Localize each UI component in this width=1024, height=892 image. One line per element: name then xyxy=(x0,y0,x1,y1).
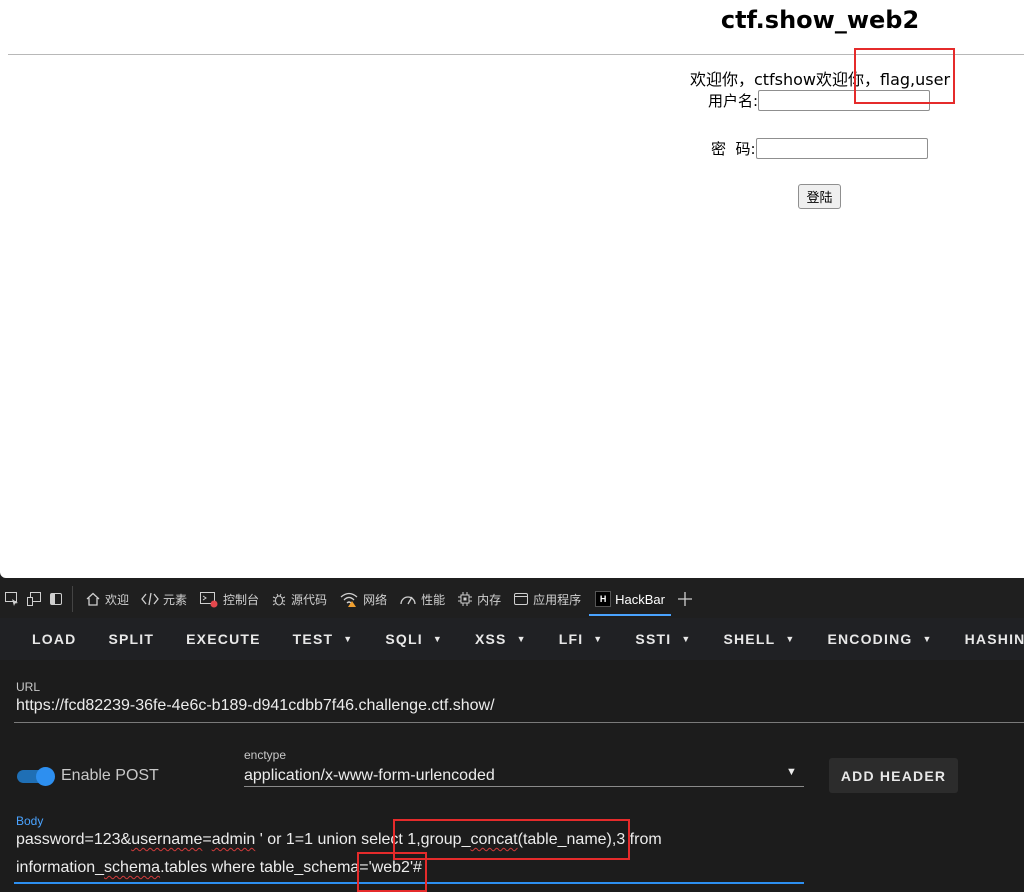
tab-network[interactable]: 网络 xyxy=(333,580,393,618)
device-toolbar-icon[interactable] xyxy=(24,589,44,609)
test-menu-button[interactable]: TEST ▼ xyxy=(277,618,370,660)
tab-memory[interactable]: 内存 xyxy=(451,580,507,618)
body-underline xyxy=(14,882,804,884)
lfi-menu-button[interactable]: LFI ▼ xyxy=(543,618,620,660)
hackbar-logo-icon: H xyxy=(595,591,612,607)
chip-icon xyxy=(458,592,473,606)
sqli-menu-button[interactable]: SQLI ▼ xyxy=(369,618,459,660)
password-input[interactable] xyxy=(755,138,928,159)
caret-down-icon[interactable]: ▼ xyxy=(786,766,797,778)
home-icon xyxy=(86,592,100,606)
devtools-tab-bar: 欢迎 元素 控制台 源代码 网络 性能 内存 应用程序 H HackBar xyxy=(0,580,1024,618)
username-input[interactable] xyxy=(758,90,931,111)
tab-elements[interactable]: 元素 xyxy=(135,580,193,618)
enctype-underline xyxy=(244,786,804,787)
load-button[interactable]: LOAD xyxy=(0,618,92,660)
body-label: Body xyxy=(16,814,44,828)
tab-separator xyxy=(72,586,73,612)
enctype-select[interactable]: application/x-www-form-urlencoded xyxy=(244,767,495,785)
caret-down-icon: ▼ xyxy=(432,634,443,644)
enable-post-toggle[interactable] xyxy=(17,767,55,786)
gauge-icon xyxy=(400,596,416,605)
tab-hackbar[interactable]: H HackBar xyxy=(589,580,671,618)
hackbar-toolbar: LOAD SPLIT EXECUTE TEST ▼ SQLI ▼ XSS ▼ LFI ▼… xyxy=(0,618,1024,660)
url-input[interactable]: https://fcd82239-36fe-4e6c-b189-d941cdbb… xyxy=(16,697,495,715)
tab-sources[interactable]: 源代码 xyxy=(265,580,333,618)
shell-menu-button[interactable]: SHELL ▼ xyxy=(707,618,811,660)
xss-menu-button[interactable]: XSS ▼ xyxy=(459,618,543,660)
wifi-icon xyxy=(340,592,358,607)
hashing-menu-button[interactable]: HASHING xyxy=(949,618,1024,660)
tab-welcome[interactable]: 欢迎 xyxy=(79,580,135,618)
enable-post-label: Enable POST xyxy=(61,767,159,784)
split-button[interactable]: SPLIT xyxy=(92,618,170,660)
add-header-button[interactable]: ADD HEADER xyxy=(829,758,958,793)
caret-down-icon: ▼ xyxy=(785,634,796,644)
password-label: 密 码: xyxy=(711,140,756,158)
app-window-icon xyxy=(514,593,529,605)
bug-icon xyxy=(272,593,286,606)
inspect-element-icon[interactable] xyxy=(2,589,22,609)
execute-button[interactable]: EXECUTE xyxy=(170,618,277,660)
caret-down-icon: ▼ xyxy=(922,634,933,644)
add-tab-button[interactable] xyxy=(671,580,699,618)
dock-side-icon[interactable] xyxy=(46,589,66,609)
url-label: URL xyxy=(16,680,41,694)
enctype-label: enctype xyxy=(244,748,287,762)
encoding-menu-button[interactable]: ENCODING ▼ xyxy=(811,618,948,660)
tab-application[interactable]: 应用程序 xyxy=(507,580,587,618)
ssti-menu-button[interactable]: SSTI ▼ xyxy=(619,618,707,660)
body-input-line-1[interactable]: password=123&username=admin ' or 1=1 uni… xyxy=(16,831,662,849)
caret-down-icon: ▼ xyxy=(343,634,354,644)
username-label: 用户名: xyxy=(708,92,759,110)
caret-down-icon: ▼ xyxy=(593,634,604,644)
web-page: ctf.show_web2 欢迎你，ctfshow欢迎你，flag,user 用… xyxy=(0,0,1024,578)
divider xyxy=(8,54,1024,55)
password-row: 密 码: xyxy=(711,138,928,159)
tab-console[interactable]: 控制台 xyxy=(193,580,265,618)
tab-performance[interactable]: 性能 xyxy=(393,580,451,618)
username-row: 用户名: xyxy=(708,90,931,111)
page-title: ctf.show_web2 xyxy=(720,6,920,34)
login-button[interactable]: 登陆 xyxy=(798,184,841,209)
url-underline xyxy=(14,722,1024,723)
plus-icon xyxy=(677,592,692,606)
welcome-text: 欢迎你，ctfshow欢迎你，flag,user xyxy=(689,70,951,89)
code-icon xyxy=(141,592,159,606)
caret-down-icon: ▼ xyxy=(516,634,527,644)
body-input-line-2[interactable]: information_schema.tables where table_sc… xyxy=(16,859,422,877)
caret-down-icon: ▼ xyxy=(681,634,692,644)
console-icon xyxy=(200,592,218,608)
